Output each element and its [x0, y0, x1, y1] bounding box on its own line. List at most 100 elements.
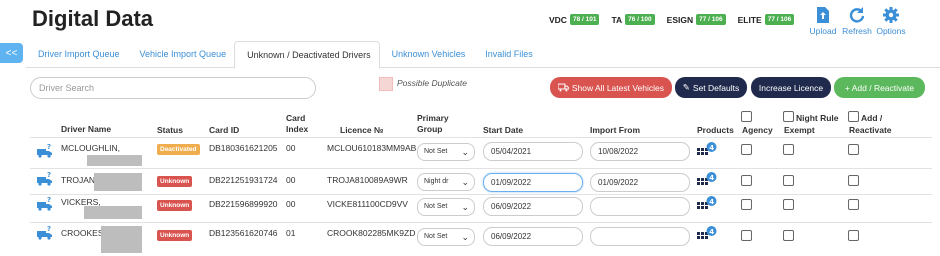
col-primary-line2: Group	[417, 124, 443, 134]
primary-group-select[interactable]: Night dr ⌄	[417, 173, 475, 191]
col-night-rule-exempt: Exempt	[784, 125, 815, 135]
card-index: 00	[286, 143, 296, 153]
agency-checkbox[interactable]	[741, 144, 752, 155]
col-agency[interactable]: Agency	[742, 125, 773, 136]
tab-unknown-deactivated-drivers[interactable]: Unknown / Deactivated Drivers	[234, 41, 380, 69]
agency-all-checkbox[interactable]	[741, 111, 752, 122]
add-reactivate-checkbox[interactable]	[848, 175, 859, 186]
licence-number: TROJA810089A9WR	[327, 175, 408, 185]
status-badge: Unknown	[157, 200, 193, 211]
reactivate-all-checkbox[interactable]	[848, 111, 859, 122]
truck-question-icon[interactable]: ?	[37, 172, 53, 186]
licence-label: TA	[611, 14, 623, 25]
card-index: 01	[286, 228, 296, 238]
redacted-name	[94, 173, 142, 191]
col-licence[interactable]: Licence №	[340, 125, 384, 136]
col-start-date[interactable]: Start Date	[483, 125, 523, 136]
increase-licence-button[interactable]: Increase Licence	[751, 77, 831, 98]
tab-unknown-vehicles[interactable]: Unknown Vehicles	[380, 41, 474, 68]
import-from-input[interactable]	[590, 227, 690, 246]
refresh-button[interactable]: Refresh	[840, 6, 874, 36]
col-card-id[interactable]: Card ID	[209, 125, 239, 136]
options-button[interactable]: Options	[874, 6, 908, 36]
card-id: DB180361621205	[209, 143, 278, 153]
col-status[interactable]: Status	[157, 125, 183, 136]
agency-checkbox[interactable]	[741, 230, 752, 241]
chevron-down-icon: ⌄	[461, 202, 469, 212]
night-rule-exempt-checkbox[interactable]	[783, 175, 794, 186]
tab-invalid-files[interactable]: Invalid Files	[473, 41, 541, 68]
tab-driver-import-queue[interactable]: Driver Import Queue	[26, 41, 128, 68]
toolbar: Upload Refresh Options	[806, 6, 908, 36]
truck-question-icon[interactable]: ?	[37, 144, 53, 158]
import-from-input[interactable]: 01/09/2022	[590, 173, 690, 192]
redacted-name	[84, 206, 142, 219]
truck-icon	[558, 83, 569, 92]
card-id: DB123561620746	[209, 228, 278, 238]
status-badge: Deactivated	[157, 144, 200, 155]
col-primary-group[interactable]: Primary Group	[417, 113, 449, 135]
possible-duplicate-label: Possible Duplicate	[397, 78, 467, 88]
sidebar-collapse-button[interactable]: <<	[0, 43, 23, 63]
col-card-index[interactable]: Card Index	[286, 113, 308, 135]
status-badge: Unknown	[157, 176, 193, 187]
primary-group-select[interactable]: Not Set ⌄	[417, 143, 475, 161]
tab-vehicle-import-queue[interactable]: Vehicle Import Queue	[128, 41, 235, 68]
night-rule-exempt-checkbox[interactable]	[783, 144, 794, 155]
set-defaults-button[interactable]: ✎ Set Defaults	[675, 77, 747, 98]
products-count: 4	[709, 228, 714, 236]
licence-label: ELITE	[737, 14, 762, 25]
refresh-icon	[849, 7, 865, 23]
agency-checkbox[interactable]	[741, 199, 752, 210]
import-from-input[interactable]	[590, 197, 690, 216]
col-card-index-line1: Card	[286, 113, 306, 123]
start-date-input[interactable]: 06/09/2022	[483, 227, 583, 246]
licence-esign: ESIGN 77 / 106	[667, 14, 726, 25]
primary-group-select[interactable]: Not Set ⌄	[417, 228, 475, 246]
upload-button[interactable]: Upload	[806, 6, 840, 36]
licence-number: VICKE811100CD9VV	[327, 199, 408, 209]
add-reactivate-checkbox[interactable]	[848, 144, 859, 155]
upload-label: Upload	[809, 26, 837, 36]
licence-vdc: VDC 78 / 101	[549, 14, 600, 25]
night-rule-all-checkbox[interactable]	[783, 111, 794, 122]
card-index: 00	[286, 199, 296, 209]
add-reactivate-checkbox[interactable]	[848, 199, 859, 210]
primary-group-select[interactable]: Not Set ⌄	[417, 198, 475, 216]
col-add-reactivate[interactable]: Add /	[861, 113, 882, 124]
svg-text:?: ?	[47, 172, 51, 179]
card-id: DB221251931724	[209, 175, 278, 185]
driver-search-input[interactable]: Driver Search	[30, 77, 316, 99]
start-date-input[interactable]: 05/04/2021	[483, 142, 583, 161]
col-products[interactable]: Products	[697, 125, 734, 136]
products-count: 4	[709, 144, 714, 152]
options-label: Options	[876, 26, 906, 36]
night-rule-exempt-checkbox[interactable]	[783, 199, 794, 210]
products-icon[interactable]: 4	[697, 226, 717, 242]
import-from-input[interactable]: 10/08/2022	[590, 142, 690, 161]
svg-text:?: ?	[47, 197, 51, 204]
truck-question-icon[interactable]: ?	[37, 197, 53, 211]
products-icon[interactable]: 4	[697, 142, 717, 158]
licence-count: 78 / 101	[569, 14, 600, 25]
licence-number: CROOK802285MK9ZD	[327, 228, 416, 238]
col-import-from[interactable]: Import From	[590, 125, 640, 136]
products-icon[interactable]: 4	[697, 196, 717, 212]
page-title: Digital Data	[32, 6, 154, 31]
start-date-input[interactable]: 06/09/2022	[483, 197, 583, 216]
start-date-input[interactable]: 01/09/2022	[483, 173, 583, 192]
add-reactivate-checkbox[interactable]	[848, 230, 859, 241]
products-icon[interactable]: 4	[697, 172, 717, 188]
night-rule-exempt-checkbox[interactable]	[783, 230, 794, 241]
redacted-name	[101, 226, 142, 253]
show-all-latest-vehicles-button[interactable]: Show All Latest Vehicles	[550, 77, 672, 98]
redacted-name	[87, 155, 142, 166]
add-reactivate-button[interactable]: + Add / Reactivate	[834, 77, 925, 98]
pencil-icon: ✎	[682, 82, 690, 92]
col-driver-name[interactable]: Driver Name	[61, 124, 111, 135]
col-night-rule[interactable]: Night Rule	[796, 113, 839, 124]
col-addreact-line1: Add /	[861, 113, 883, 123]
agency-checkbox[interactable]	[741, 175, 752, 186]
products-count: 4	[709, 198, 714, 206]
truck-question-icon[interactable]: ?	[37, 226, 53, 240]
